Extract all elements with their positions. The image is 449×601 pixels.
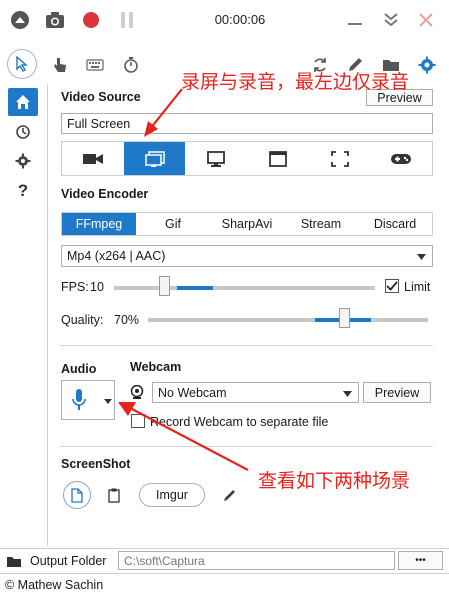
tab-gif[interactable]: Gif bbox=[136, 213, 210, 235]
save-to-disk-button[interactable] bbox=[63, 481, 91, 509]
document-icon bbox=[71, 487, 83, 503]
browse-button[interactable]: ••• bbox=[398, 551, 443, 570]
webcam-title: Webcam bbox=[130, 360, 182, 374]
quality-slider-thumb[interactable] bbox=[339, 308, 350, 328]
fps-slider-thumb[interactable] bbox=[158, 276, 170, 296]
video-encoder-title: Video Encoder bbox=[61, 187, 149, 201]
encoder-tabs: FFmpeg Gif SharpAvi Stream Discard bbox=[61, 212, 433, 236]
sidebar-item-history[interactable] bbox=[8, 118, 38, 146]
settings-gear-icon bbox=[15, 153, 31, 169]
checkmark-icon bbox=[386, 281, 398, 291]
tab-ffmpeg[interactable]: FFmpeg bbox=[62, 213, 136, 235]
output-folder-path[interactable]: C:\soft\Captura bbox=[118, 551, 395, 570]
quality-label: Quality: bbox=[61, 313, 104, 327]
source-audio-only[interactable] bbox=[370, 142, 432, 175]
chevron-down-icon bbox=[104, 399, 112, 404]
annotation-arrow-top bbox=[144, 88, 183, 137]
timer-display: 00:00:06 bbox=[214, 12, 266, 27]
copyright-text: © Mathew Sachin bbox=[5, 578, 104, 592]
webcam-preview-button[interactable]: Preview bbox=[363, 382, 431, 403]
imgur-button[interactable]: Imgur bbox=[139, 483, 205, 507]
source-webcam-only[interactable] bbox=[62, 142, 124, 175]
annotation-arrow-bottom bbox=[118, 402, 249, 471]
folder-icon bbox=[7, 557, 21, 567]
fps-label: FPS: bbox=[61, 280, 89, 294]
source-window[interactable] bbox=[247, 142, 309, 175]
title-bar: 00:00:06 bbox=[0, 0, 449, 40]
video-source-field[interactable]: Full Screen bbox=[61, 113, 433, 134]
tab-stream[interactable]: Stream bbox=[284, 213, 358, 235]
microphone-icon bbox=[72, 389, 86, 410]
source-full-screen[interactable] bbox=[123, 142, 186, 175]
gamepad-icon bbox=[391, 153, 412, 164]
timer-icon[interactable] bbox=[119, 53, 143, 77]
hand-click-icon[interactable] bbox=[48, 53, 72, 77]
window-icon bbox=[268, 150, 287, 167]
record-icon[interactable] bbox=[79, 8, 103, 32]
sidebar-item-settings[interactable] bbox=[8, 147, 38, 175]
fps-value: 10 bbox=[90, 280, 104, 294]
divider bbox=[60, 345, 433, 346]
history-icon bbox=[16, 125, 30, 139]
video-camera-icon bbox=[82, 153, 103, 164]
video-source-title: Video Source bbox=[61, 90, 141, 104]
pencil-icon bbox=[223, 489, 235, 501]
video-source-selector bbox=[61, 141, 433, 176]
source-screen[interactable] bbox=[185, 142, 247, 175]
tab-sharpavi[interactable]: SharpAvi bbox=[210, 213, 284, 235]
tab-discard[interactable]: Discard bbox=[358, 213, 432, 235]
clipboard-button[interactable] bbox=[104, 486, 124, 504]
audio-source-button[interactable] bbox=[61, 380, 115, 420]
multi-screen-icon bbox=[144, 150, 165, 167]
chevron-down-icon bbox=[343, 391, 352, 397]
close-icon[interactable] bbox=[414, 8, 438, 32]
gear-icon[interactable] bbox=[415, 53, 439, 77]
codec-select-value: Mp4 (x264 | AAC) bbox=[67, 249, 166, 263]
home-icon bbox=[16, 95, 30, 109]
help-icon[interactable]: ? bbox=[8, 177, 38, 205]
keyboard-icon[interactable] bbox=[83, 53, 107, 77]
quality-value: 70% bbox=[114, 313, 140, 327]
pause-icon[interactable] bbox=[115, 8, 139, 32]
limit-checkbox[interactable] bbox=[385, 279, 399, 293]
clipboard-icon bbox=[108, 488, 120, 503]
annotation-bottom: 查看如下两种场景 bbox=[258, 470, 411, 492]
codec-select[interactable]: Mp4 (x264 | AAC) bbox=[61, 245, 433, 267]
collapse-icon[interactable] bbox=[8, 8, 32, 32]
monitor-icon bbox=[207, 150, 226, 167]
source-region[interactable] bbox=[309, 142, 371, 175]
limit-label: Limit bbox=[404, 280, 431, 294]
status-bar: © Mathew Sachin bbox=[0, 573, 449, 601]
output-folder-label: Output Folder bbox=[30, 554, 107, 568]
sidebar-item-home[interactable] bbox=[8, 88, 38, 116]
region-select-icon bbox=[330, 150, 349, 167]
cursor-icon[interactable] bbox=[7, 49, 37, 79]
camera-icon[interactable] bbox=[43, 8, 67, 32]
chevron-down-icon bbox=[417, 254, 426, 260]
minimize-icon[interactable] bbox=[343, 8, 367, 32]
annotation-top: 录屏与录音，最左边仅录音 bbox=[181, 71, 410, 93]
chevron-down-double-icon[interactable] bbox=[379, 8, 403, 32]
output-folder-bar: Output Folder C:\soft\Captura ••• bbox=[0, 548, 449, 573]
sidebar: ? bbox=[0, 84, 48, 546]
edit-button[interactable] bbox=[219, 486, 239, 504]
audio-title: Audio bbox=[61, 362, 97, 376]
